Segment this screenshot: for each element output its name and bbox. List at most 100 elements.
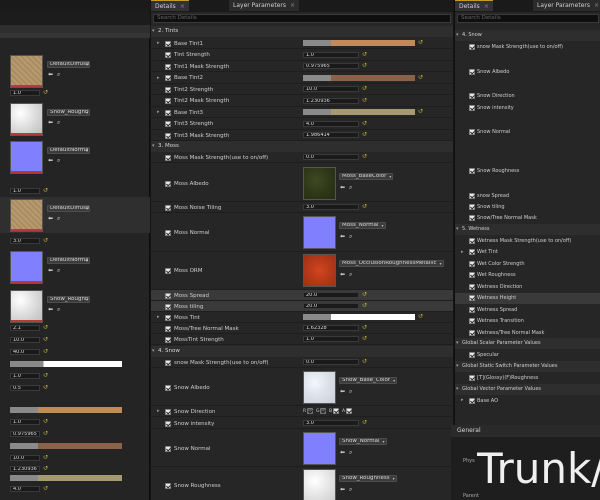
right-section-wetness[interactable]: ▾ 5. Wetness bbox=[455, 224, 600, 235]
param-value-field[interactable]: 0.975965 bbox=[303, 63, 359, 69]
param-value-field[interactable]: 1.0 bbox=[303, 51, 359, 58]
arrow-left-icon[interactable]: ⬅ bbox=[48, 306, 53, 313]
enable-checkbox[interactable] bbox=[469, 167, 475, 174]
enable-checkbox[interactable] bbox=[165, 86, 171, 93]
search-icon[interactable]: ⌕ bbox=[349, 388, 352, 396]
search-icon[interactable]: ⌕ bbox=[349, 233, 352, 241]
search-icon[interactable]: ⌕ bbox=[57, 306, 60, 314]
enable-checkbox[interactable] bbox=[165, 109, 171, 116]
param-value-field[interactable]: 4.0 bbox=[303, 120, 359, 127]
enable-checkbox[interactable] bbox=[469, 237, 475, 244]
arrow-left-icon[interactable]: ⬅ bbox=[340, 486, 345, 493]
param-value-field[interactable]: 1.0 bbox=[10, 373, 40, 379]
enable-checkbox[interactable] bbox=[469, 214, 475, 221]
enable-checkbox[interactable] bbox=[469, 128, 475, 135]
right-section-static[interactable]: ▾ Global Static Switch Parameter Values bbox=[455, 361, 600, 372]
param-value-field[interactable]: 3.0 bbox=[303, 420, 359, 426]
texture-dropdown[interactable]: Snow_Normal ▾ bbox=[339, 438, 387, 445]
texture-dropdown[interactable]: Moss_OcclusionRoughnessMetallic ▾ bbox=[339, 260, 444, 267]
enable-checkbox[interactable] bbox=[165, 75, 171, 81]
texture-thumbnail[interactable] bbox=[303, 469, 336, 500]
reset-arrow-icon[interactable]: ↺ bbox=[43, 349, 48, 355]
enable-checkbox[interactable] bbox=[469, 272, 475, 278]
param-value-field[interactable]: 0.0 bbox=[303, 359, 359, 365]
texture-thumbnail[interactable] bbox=[10, 199, 43, 232]
arrow-left-icon[interactable]: ⬅ bbox=[340, 388, 345, 395]
reset-arrow-icon[interactable]: ↺ bbox=[43, 431, 48, 437]
tab-layer-parameters-right[interactable]: Layer Parameters × bbox=[533, 0, 600, 11]
reset-arrow-icon[interactable]: ↺ bbox=[43, 90, 48, 96]
rgba-channel-checkbox[interactable] bbox=[320, 408, 326, 414]
enable-checkbox[interactable] bbox=[165, 314, 171, 321]
param-value-field[interactable]: 20.0 bbox=[303, 292, 359, 298]
texture-dropdown[interactable]: Snow_Roughness▾ bbox=[47, 296, 90, 303]
chevron-right-icon[interactable]: ▸ bbox=[157, 40, 160, 46]
reset-arrow-icon[interactable]: ↺ bbox=[362, 336, 367, 342]
enable-checkbox[interactable] bbox=[469, 260, 475, 267]
param-value-field[interactable]: 40.0 bbox=[10, 349, 40, 355]
enable-checkbox[interactable] bbox=[165, 268, 171, 274]
texture-thumbnail[interactable] bbox=[10, 141, 43, 174]
param-value-field[interactable]: 4.0 bbox=[10, 486, 40, 492]
color-swatch-brown[interactable] bbox=[10, 443, 122, 449]
enable-checkbox[interactable] bbox=[165, 408, 171, 415]
enable-checkbox[interactable] bbox=[165, 121, 171, 127]
enable-checkbox[interactable] bbox=[165, 336, 171, 343]
search-icon[interactable]: ⌕ bbox=[349, 486, 352, 494]
enable-checkbox[interactable] bbox=[165, 445, 171, 452]
param-value-field[interactable]: 1.230936 bbox=[10, 466, 40, 472]
texture-dropdown[interactable]: Snow_Roughness▾ bbox=[47, 109, 90, 116]
color-swatch-tan[interactable] bbox=[10, 407, 122, 413]
chevron-right-icon[interactable]: ▸ bbox=[461, 249, 464, 255]
close-icon[interactable]: × bbox=[594, 2, 599, 9]
search-input[interactable]: Search Details bbox=[153, 14, 451, 23]
enable-checkbox[interactable] bbox=[165, 420, 171, 427]
reset-arrow-icon[interactable]: ↺ bbox=[362, 86, 367, 92]
texture-thumbnail[interactable] bbox=[303, 167, 336, 200]
enable-checkbox[interactable] bbox=[469, 283, 475, 290]
reset-arrow-icon[interactable]: ↺ bbox=[43, 466, 48, 472]
texture-dropdown[interactable]: DefaultNormal ▾ bbox=[47, 147, 90, 154]
reset-arrow-icon[interactable]: ↺ bbox=[43, 337, 48, 343]
enable-checkbox[interactable] bbox=[165, 180, 171, 187]
section-tints[interactable]: ▾ 2. Tints bbox=[151, 26, 453, 37]
param-value-field[interactable]: 1.62328 bbox=[303, 325, 359, 331]
color-swatch[interactable] bbox=[303, 109, 415, 115]
enable-checkbox[interactable] bbox=[165, 325, 171, 332]
reset-arrow-icon[interactable]: ↺ bbox=[362, 120, 367, 127]
reset-arrow-icon[interactable]: ↺ bbox=[43, 486, 48, 492]
chevron-right-icon[interactable]: ▸ bbox=[157, 408, 160, 414]
enable-checkbox[interactable] bbox=[165, 98, 171, 104]
enable-checkbox[interactable] bbox=[469, 374, 475, 381]
reset-arrow-icon[interactable]: ↺ bbox=[362, 51, 367, 58]
texture-dropdown[interactable]: Moss_BaseColor ▾ bbox=[339, 173, 394, 180]
param-value-field[interactable]: 0.0 bbox=[303, 154, 359, 160]
color-swatch[interactable] bbox=[303, 74, 415, 81]
search-icon[interactable]: ⌕ bbox=[57, 71, 60, 79]
reset-arrow-icon[interactable]: ↺ bbox=[362, 204, 367, 210]
tab-details[interactable]: Details × bbox=[151, 0, 189, 11]
reset-arrow-icon[interactable]: ↺ bbox=[362, 325, 367, 331]
param-value-field[interactable]: 3.0 bbox=[10, 238, 40, 244]
texture-thumbnail[interactable] bbox=[10, 55, 43, 88]
arrow-left-icon[interactable]: ⬅ bbox=[48, 157, 53, 164]
enable-checkbox[interactable] bbox=[469, 68, 475, 75]
chevron-right-icon[interactable]: ▸ bbox=[157, 75, 160, 81]
enable-checkbox[interactable] bbox=[165, 63, 171, 70]
arrow-left-icon[interactable]: ⬅ bbox=[48, 267, 53, 274]
enable-checkbox[interactable] bbox=[165, 303, 171, 310]
search-icon[interactable]: ⌕ bbox=[349, 271, 352, 279]
right-section-scalar[interactable]: ▾ Global Scalar Parameter Values bbox=[455, 338, 600, 349]
enable-checkbox[interactable] bbox=[469, 318, 475, 324]
tab-layer-parameters[interactable]: Layer Parameters × bbox=[229, 0, 300, 11]
enable-checkbox[interactable] bbox=[165, 359, 171, 366]
reset-arrow-icon[interactable]: ↺ bbox=[362, 154, 367, 160]
reset-arrow-icon[interactable]: ↺ bbox=[43, 238, 48, 244]
param-value-field[interactable]: 10.0 bbox=[10, 337, 40, 343]
search-icon[interactable]: ⌕ bbox=[57, 157, 60, 165]
search-icon[interactable]: ⌕ bbox=[57, 267, 60, 275]
arrow-left-icon[interactable]: ⬅ bbox=[340, 271, 345, 278]
texture-thumbnail[interactable] bbox=[303, 371, 336, 404]
texture-thumbnail[interactable] bbox=[10, 103, 43, 136]
reset-arrow-icon[interactable]: ↺ bbox=[362, 292, 367, 298]
